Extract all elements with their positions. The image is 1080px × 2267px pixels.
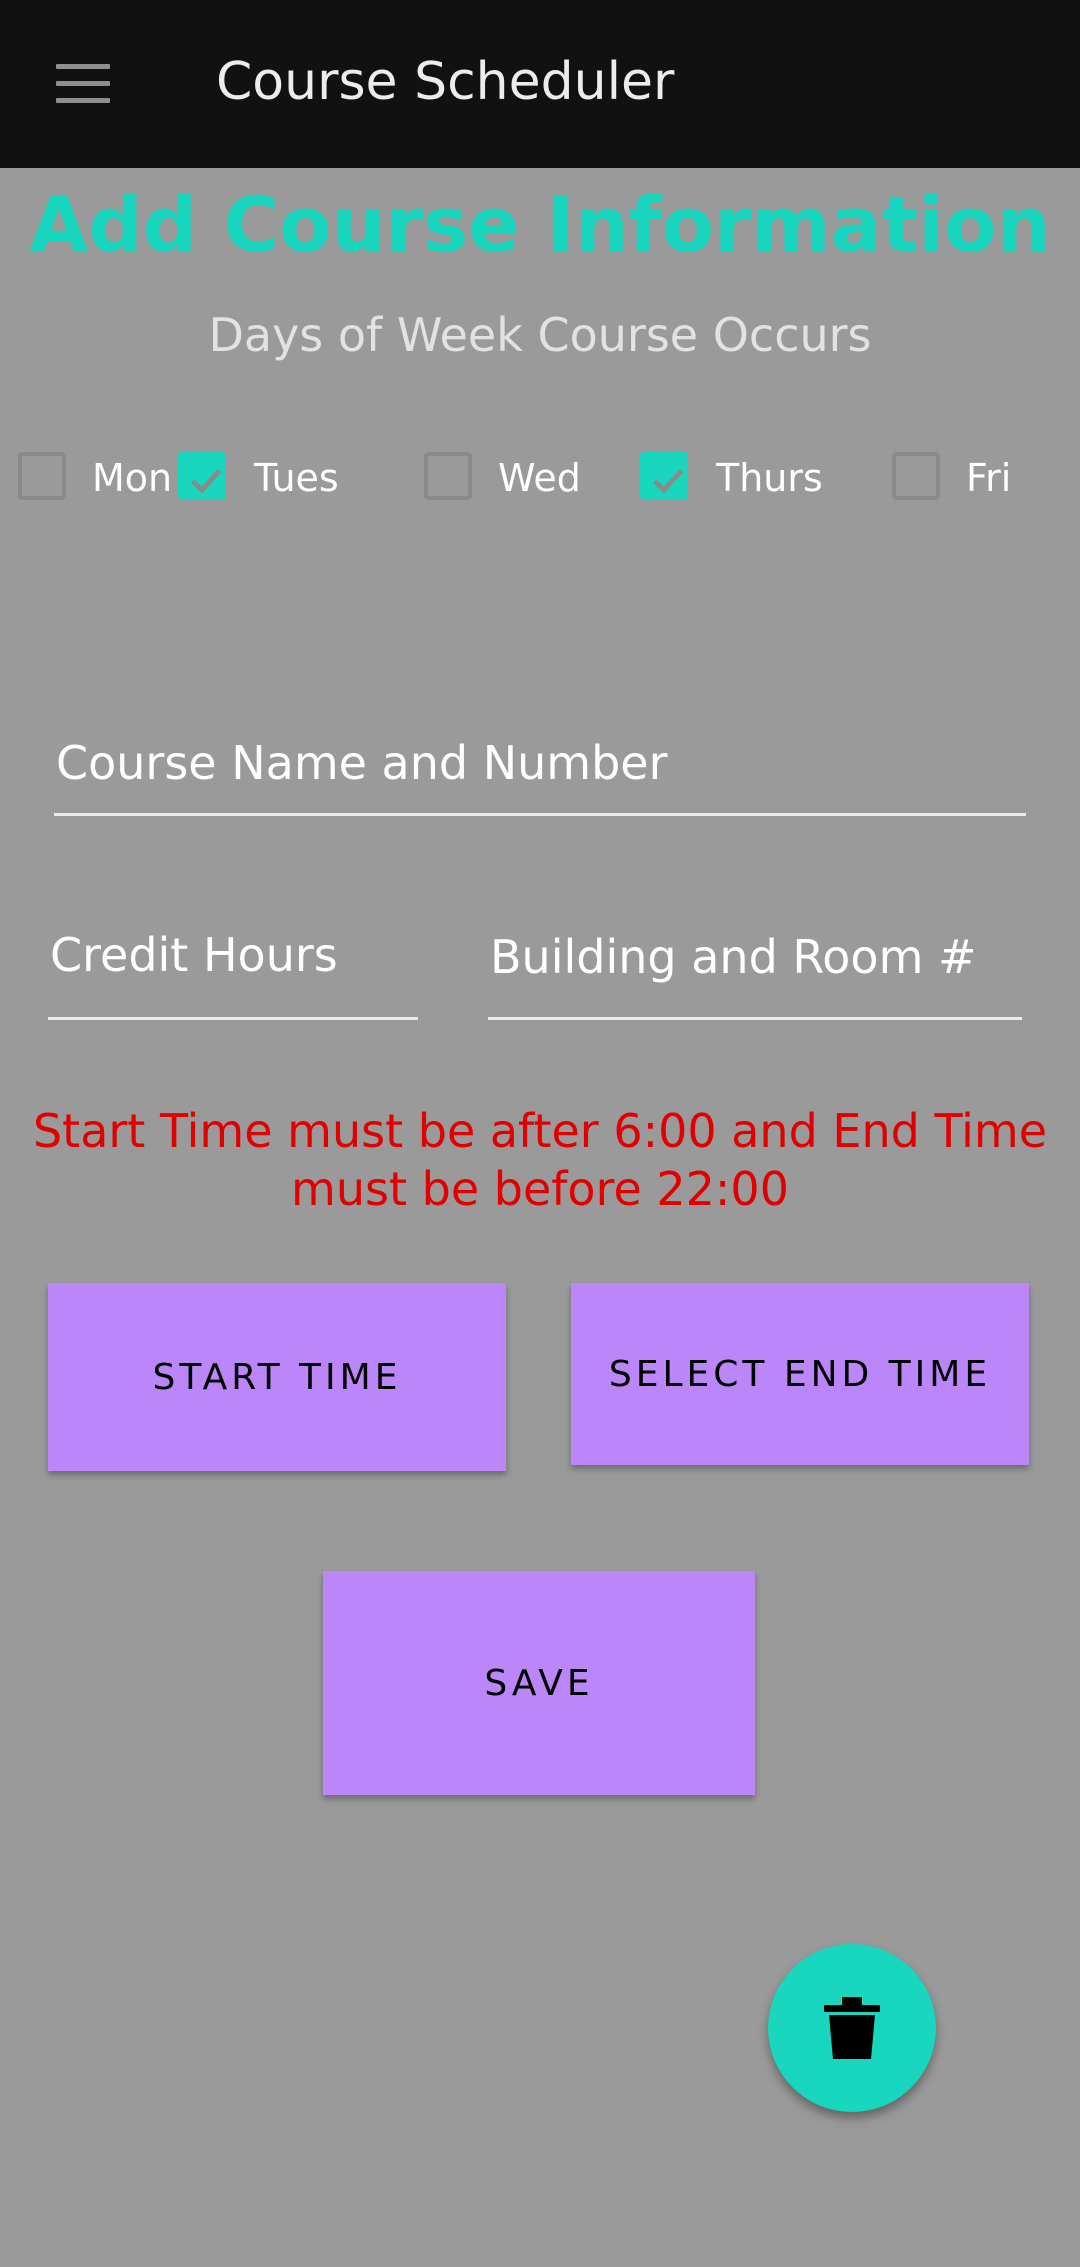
checkmark-icon xyxy=(652,469,684,494)
hamburger-menu-icon[interactable] xyxy=(56,64,110,104)
checkbox-wed[interactable] xyxy=(424,452,472,500)
day-label-mon: Mon xyxy=(92,456,173,500)
day-checkbox-wed[interactable]: Wed xyxy=(424,452,581,508)
checkbox-thurs[interactable] xyxy=(640,452,688,500)
save-button[interactable]: SAVE xyxy=(323,1571,755,1795)
building-room-placeholder: Building and Room # xyxy=(490,930,977,984)
trash-icon xyxy=(824,1997,880,2059)
day-label-thurs: Thurs xyxy=(716,456,823,500)
app-bar: Course Scheduler xyxy=(0,0,1080,168)
day-checkbox-tues[interactable]: Tues xyxy=(178,452,339,508)
course-name-placeholder: Course Name and Number xyxy=(56,736,668,790)
course-name-field[interactable]: Course Name and Number xyxy=(54,720,1026,816)
day-checkbox-thurs[interactable]: Thurs xyxy=(640,452,823,508)
delete-fab[interactable] xyxy=(768,1944,936,2112)
app-title: Course Scheduler xyxy=(216,52,675,112)
start-time-button[interactable]: START TIME xyxy=(48,1283,506,1471)
checkbox-fri[interactable] xyxy=(892,452,940,500)
day-checkbox-mon[interactable]: Mon xyxy=(18,452,172,508)
checkbox-tues[interactable] xyxy=(178,452,226,500)
day-label-tues: Tues xyxy=(254,456,339,500)
credit-hours-placeholder: Credit Hours xyxy=(50,928,338,982)
building-room-field[interactable]: Building and Room # xyxy=(488,914,1022,1020)
day-checkbox-fri[interactable]: Fri xyxy=(892,452,1022,508)
day-label-fri: Fri xyxy=(966,456,1012,500)
days-subheading: Days of Week Course Occurs xyxy=(208,308,872,362)
day-label-wed: Wed xyxy=(498,456,581,500)
checkbox-mon[interactable] xyxy=(18,452,66,500)
credit-hours-field[interactable]: Credit Hours xyxy=(48,914,418,1020)
checkmark-icon xyxy=(190,469,222,494)
page-heading: Add Course Information xyxy=(29,180,1051,269)
time-error-message: Start Time must be after 6:00 and End Ti… xyxy=(32,1104,1048,1216)
select-end-time-button[interactable]: SELECT END TIME xyxy=(571,1283,1029,1465)
